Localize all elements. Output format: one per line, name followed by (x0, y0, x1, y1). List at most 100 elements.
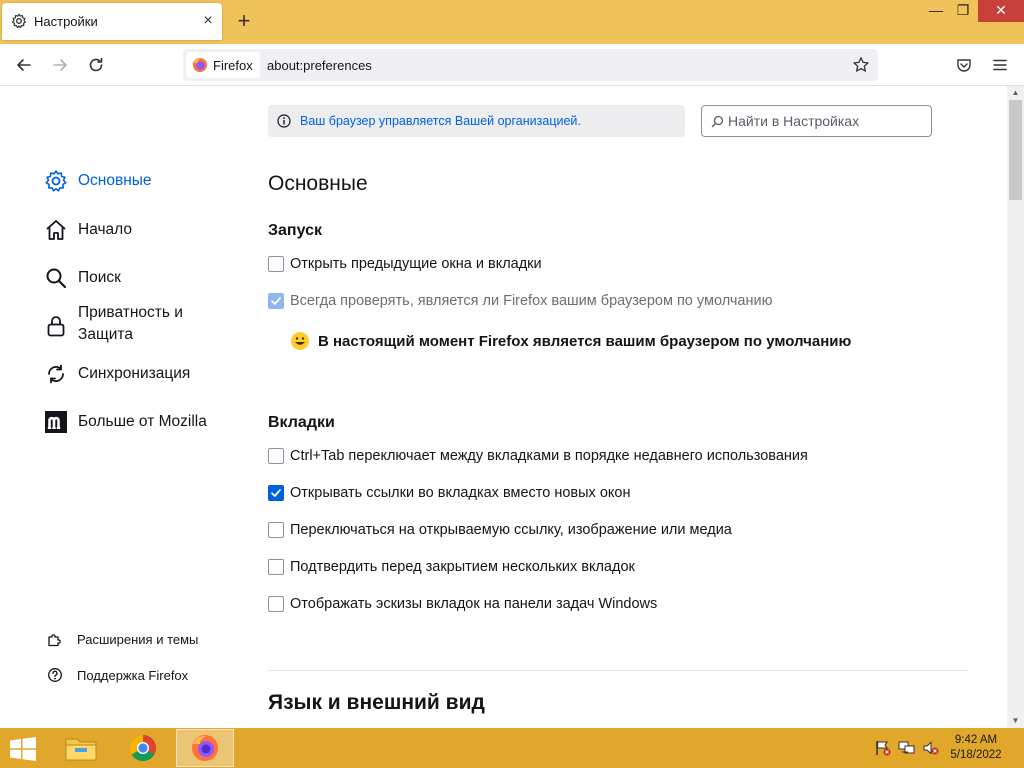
option-label: Переключаться на открываемую ссылку, изо… (290, 522, 732, 538)
smiling-face-icon (291, 332, 309, 350)
category-home[interactable]: Начало (44, 218, 132, 242)
checkmark-icon (271, 489, 281, 497)
windows-start-icon[interactable] (8, 737, 38, 761)
url-text[interactable]: about:preferences (267, 58, 372, 73)
restore-session-option[interactable]: Открыть предыдущие окна и вкладки (268, 256, 542, 272)
policy-link[interactable]: Ваш браузер управляется Вашей организаци… (300, 114, 581, 128)
switch-to-new-tab-option[interactable]: Переключаться на открываемую ссылку, изо… (268, 522, 732, 538)
check-default-browser-checkbox (268, 293, 284, 309)
volume-muted-icon[interactable] (922, 740, 940, 756)
tab-strip: Настройки × + — ❐ ✕ (0, 0, 1024, 44)
firefox-icon (193, 58, 207, 72)
system-clock[interactable]: 9:42 AM 5/18/2022 (945, 733, 1007, 763)
checkmark-icon (271, 297, 281, 305)
addons-themes-label: Расширения и темы (77, 631, 199, 647)
tab-close-button[interactable]: × (200, 13, 216, 29)
close-window-button[interactable]: ✕ (978, 0, 1024, 22)
folder-icon (65, 738, 97, 761)
addons-themes-link[interactable]: Расширения и темы (46, 630, 198, 648)
category-more-from-mozilla[interactable]: Больше от Mozilla (44, 410, 207, 434)
ctrl-tab-option[interactable]: Ctrl+Tab переключает между вкладками в п… (268, 448, 808, 464)
default-browser-text: В настоящий момент Firefox является ваши… (318, 332, 852, 350)
switch-to-new-tab-checkbox[interactable] (268, 522, 284, 538)
tab-settings[interactable]: Настройки × (2, 3, 222, 40)
reload-button[interactable] (84, 53, 108, 77)
vertical-scrollbar[interactable]: ▲ ▼ (1007, 86, 1024, 728)
pocket-button[interactable] (952, 53, 976, 77)
open-links-in-tabs-checkbox[interactable] (268, 485, 284, 501)
scroll-up-icon[interactable]: ▲ (1007, 86, 1024, 100)
taskbar-chrome[interactable] (114, 729, 172, 767)
category-label: Синхронизация (78, 365, 191, 382)
mozilla-icon (44, 410, 68, 434)
tab-title: Настройки (34, 14, 98, 29)
chrome-icon (129, 734, 157, 762)
back-arrow-icon (17, 59, 31, 71)
category-label: Приватность и Защита (78, 304, 183, 343)
option-label: Открывать ссылки во вкладках вместо новы… (290, 485, 631, 501)
search-icon (44, 266, 68, 290)
puzzle-icon (46, 630, 64, 648)
category-privacy[interactable]: Приватность и Защита (44, 302, 208, 346)
forward-button[interactable] (48, 53, 72, 77)
firefox-support-label: Поддержка Firefox (77, 667, 189, 683)
menu-button[interactable] (988, 53, 1012, 77)
taskbar-file-explorer[interactable] (52, 729, 110, 767)
navigation-toolbar: Firefox about:preferences (0, 44, 1024, 86)
firefox-icon (192, 735, 218, 761)
help-icon (46, 666, 64, 684)
new-tab-button[interactable]: + (233, 10, 255, 32)
scroll-down-icon[interactable]: ▼ (1007, 714, 1024, 728)
reload-icon (89, 57, 103, 72)
action-center-flag-icon[interactable] (874, 740, 892, 756)
option-label: Всегда проверять, является ли Firefox ва… (290, 293, 773, 309)
clock-time: 9:42 AM (954, 734, 998, 746)
info-icon (277, 114, 291, 128)
page-title: Основные (268, 172, 368, 195)
windows-taskbar: 9:42 AM 5/18/2022 (0, 728, 1024, 768)
address-bar[interactable]: Firefox about:preferences (183, 49, 878, 81)
option-label: Подтвердить перед закрытием нескольких в… (290, 559, 635, 575)
network-icon[interactable] (898, 740, 916, 756)
scroll-thumb[interactable] (1009, 100, 1022, 200)
forward-arrow-icon (53, 59, 67, 71)
home-icon (44, 218, 68, 242)
restore-session-checkbox[interactable] (268, 256, 284, 272)
option-label: Отображать эскизы вкладок на панели зада… (290, 596, 658, 612)
settings-search-input[interactable] (728, 111, 926, 131)
sync-icon (44, 362, 68, 386)
category-sync[interactable]: Синхронизация (44, 362, 190, 386)
hamburger-menu-icon (993, 59, 1007, 71)
open-links-in-tabs-option[interactable]: Открывать ссылки во вкладках вместо новы… (268, 485, 630, 501)
option-label: Ctrl+Tab переключает между вкладками в п… (290, 448, 808, 464)
maximize-button[interactable]: ❐ (946, 0, 980, 22)
category-search[interactable]: Поиск (44, 266, 121, 290)
taskbar-firefox[interactable] (176, 729, 234, 767)
startup-heading: Запуск (268, 222, 322, 239)
category-label: Поиск (78, 269, 121, 286)
identity-box[interactable]: Firefox (186, 52, 260, 78)
back-button[interactable] (12, 53, 36, 77)
lock-icon (44, 314, 68, 338)
settings-search[interactable] (701, 105, 932, 137)
default-browser-status: В настоящий момент Firefox является ваши… (290, 331, 851, 351)
category-label: Больше от Mozilla (78, 413, 207, 430)
section-divider (268, 670, 968, 671)
warn-on-close-option[interactable]: Подтвердить перед закрытием нескольких в… (268, 559, 635, 575)
ctrl-tab-checkbox[interactable] (268, 448, 284, 464)
taskbar-previews-option[interactable]: Отображать эскизы вкладок на панели зада… (268, 596, 657, 612)
taskbar-previews-checkbox[interactable] (268, 596, 284, 612)
category-general[interactable]: Основные (44, 169, 152, 193)
policy-notice: Ваш браузер управляется Вашей организаци… (268, 105, 685, 137)
firefox-support-link[interactable]: Поддержка Firefox (46, 666, 188, 684)
option-label: Открыть предыдущие окна и вкладки (290, 256, 542, 272)
bookmark-star-icon[interactable] (852, 56, 870, 74)
clock-date: 5/18/2022 (950, 749, 1002, 761)
search-icon (711, 115, 724, 128)
gear-icon (44, 169, 68, 193)
identity-label: Firefox (213, 58, 253, 73)
category-label: Основные (78, 172, 152, 189)
check-default-browser-option: Всегда проверять, является ли Firefox ва… (268, 293, 772, 309)
tabs-heading: Вкладки (268, 414, 335, 431)
warn-on-close-checkbox[interactable] (268, 559, 284, 575)
